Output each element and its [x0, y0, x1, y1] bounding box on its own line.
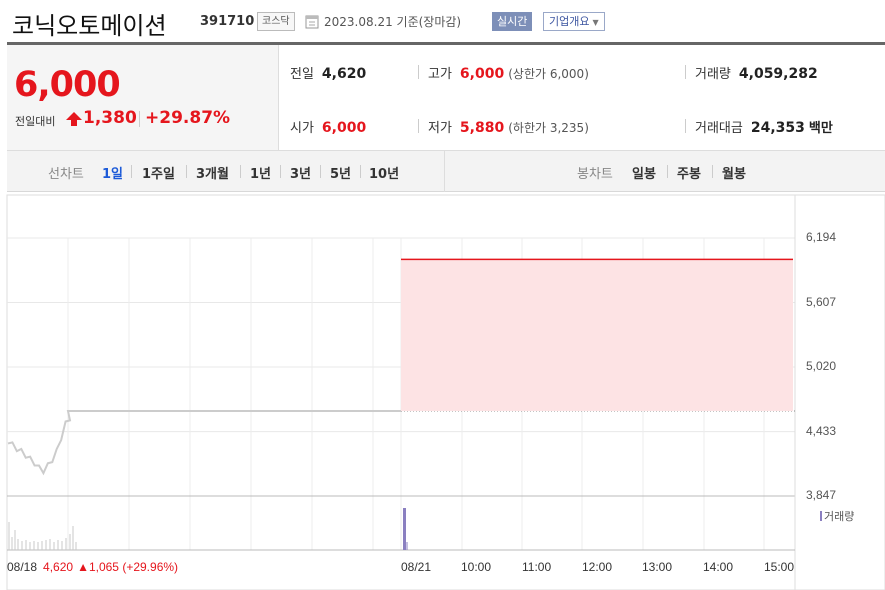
stat-low: 저가 5,880 (하한가 3,235): [428, 117, 589, 136]
stat-separator: [685, 119, 686, 133]
chart-period-bar: 선차트 1일 1주일 3개월 1년 3년 5년 10년 봉차트 일봉 주봉 월봉: [7, 151, 885, 192]
basis-label: 기준(장마감): [396, 15, 462, 29]
prev-day-change-pct: (+29.96%): [122, 560, 179, 574]
up-arrow-icon: [66, 112, 82, 126]
stat-value: 4,059,282: [738, 66, 818, 82]
change-value: 1,380: [83, 108, 137, 128]
y-tick-label: 5,607: [806, 294, 837, 309]
x-tick-label: 12:00: [582, 560, 613, 574]
period-5y[interactable]: 5년: [330, 163, 351, 182]
stock-header: 코닉오토메이션 391710 코스닥 2023.08.21 기준(장마감) 실시…: [0, 0, 885, 44]
y-tick-label: 5,020: [806, 359, 837, 374]
candle-separator: [712, 165, 713, 178]
period-separator: [320, 165, 321, 178]
date-value: 2023.08.21: [324, 15, 393, 29]
calendar-icon: [305, 15, 319, 29]
company-overview-label: 기업개요: [549, 15, 590, 28]
chevron-down-icon: ▼: [592, 18, 599, 27]
prev-day-change-value: 1,065: [88, 560, 119, 574]
stat-volume: 거래량 4,059,282: [695, 63, 818, 82]
period-separator: [280, 165, 281, 178]
stat-label: 시가: [290, 121, 314, 136]
current-price: 6,000: [14, 65, 121, 105]
line-chart-label: 선차트: [48, 167, 84, 182]
stat-trade-value: 거래대금 24,353 백만: [695, 117, 833, 136]
stat-label: 저가: [428, 121, 452, 136]
stock-code: 391710: [200, 14, 255, 29]
market-badge: 코스닥: [257, 12, 295, 31]
period-separator: [360, 165, 361, 178]
period-1d[interactable]: 1일: [102, 163, 123, 182]
y-tick-label: 4,433: [806, 423, 837, 438]
prev-day-line: [7, 410, 401, 476]
x-tick-label: 15:00: [764, 560, 795, 574]
period-10y[interactable]: 10년: [369, 163, 399, 182]
candle-monthly[interactable]: 월봉: [722, 163, 746, 182]
volume-legend-label: 거래량: [824, 510, 855, 523]
prev-day-annotation: 08/18 4,620 ▲1,065 (+29.96%): [7, 560, 178, 574]
stat-value: 24,353: [750, 120, 805, 136]
stat-unit: 백만: [808, 121, 833, 136]
stat-value: 6,000: [459, 66, 505, 82]
change-label: 전일대비: [15, 115, 56, 128]
stat-prev-close: 전일 4,620: [290, 63, 366, 82]
x-tick-label: 11:00: [522, 560, 552, 574]
stat-label: 거래량: [695, 67, 731, 82]
today-area: [401, 259, 793, 412]
candle-chart-label: 봉차트: [577, 167, 613, 182]
x-tick-label: 10:00: [461, 560, 492, 574]
x-tick-label: 13:00: [642, 560, 673, 574]
candle-separator: [667, 165, 668, 178]
stock-name: 코닉오토메이션: [12, 12, 167, 40]
stat-label: 전일: [290, 67, 314, 82]
realtime-button[interactable]: 실시간: [492, 12, 533, 31]
price-summary: 6,000 전일대비 1,380 +29.87% 전일 4,620 시가 6,000…: [7, 45, 885, 151]
stat-separator: [418, 119, 419, 133]
prev-day-change: ▲1,065 (+29.96%): [77, 560, 179, 574]
stat-high: 고가 6,000 (상한가 6,000): [428, 63, 589, 82]
price-chart-svg: [6, 194, 885, 590]
period-bar-divider: [444, 151, 445, 192]
period-separator: [186, 165, 187, 178]
stat-separator: [685, 65, 686, 79]
change-percent: +29.87%: [145, 108, 231, 128]
prev-day-close: 4,620: [43, 560, 74, 574]
prev-day-date: 08/18: [7, 560, 38, 574]
volume-legend: 거래량: [820, 508, 854, 524]
period-1y[interactable]: 1년: [250, 163, 271, 182]
period-separator: [240, 165, 241, 178]
stat-sub: (하한가 3,235): [508, 121, 589, 135]
stat-value: 5,880: [459, 120, 505, 136]
stat-sub: (상한가 6,000): [508, 67, 589, 81]
stat-value: 6,000: [321, 120, 367, 136]
stat-open: 시가 6,000: [290, 117, 366, 136]
period-separator: [131, 165, 132, 178]
stat-value: 4,620: [321, 66, 367, 82]
y-tick-label: 3,847: [806, 488, 837, 502]
volume-bar: [403, 508, 406, 550]
candle-weekly[interactable]: 주봉: [677, 163, 701, 182]
period-1w[interactable]: 1주일: [142, 163, 175, 182]
price-chart: 6,194 5,607 5,020 4,433 3,847 08/21 10:00 11:0…: [0, 192, 885, 590]
x-tick-label: 14:00: [703, 560, 734, 574]
volume-legend-marker: [820, 511, 822, 521]
basis-date: 2023.08.21 기준(장마감): [324, 13, 461, 30]
candle-daily[interactable]: 일봉: [632, 163, 656, 182]
period-3y[interactable]: 3년: [290, 163, 311, 182]
change-separator: [139, 111, 140, 127]
x-tick-label: 08/21: [401, 560, 432, 574]
period-3m[interactable]: 3개월: [196, 163, 229, 182]
stat-label: 고가: [428, 67, 452, 82]
company-overview-dropdown[interactable]: 기업개요 ▼: [543, 12, 605, 31]
stat-separator: [418, 65, 419, 79]
price-box: 6,000 전일대비 1,380 +29.87%: [7, 45, 279, 150]
stat-label: 거래대금: [695, 121, 743, 136]
y-tick-label: 6,194: [806, 230, 837, 244]
